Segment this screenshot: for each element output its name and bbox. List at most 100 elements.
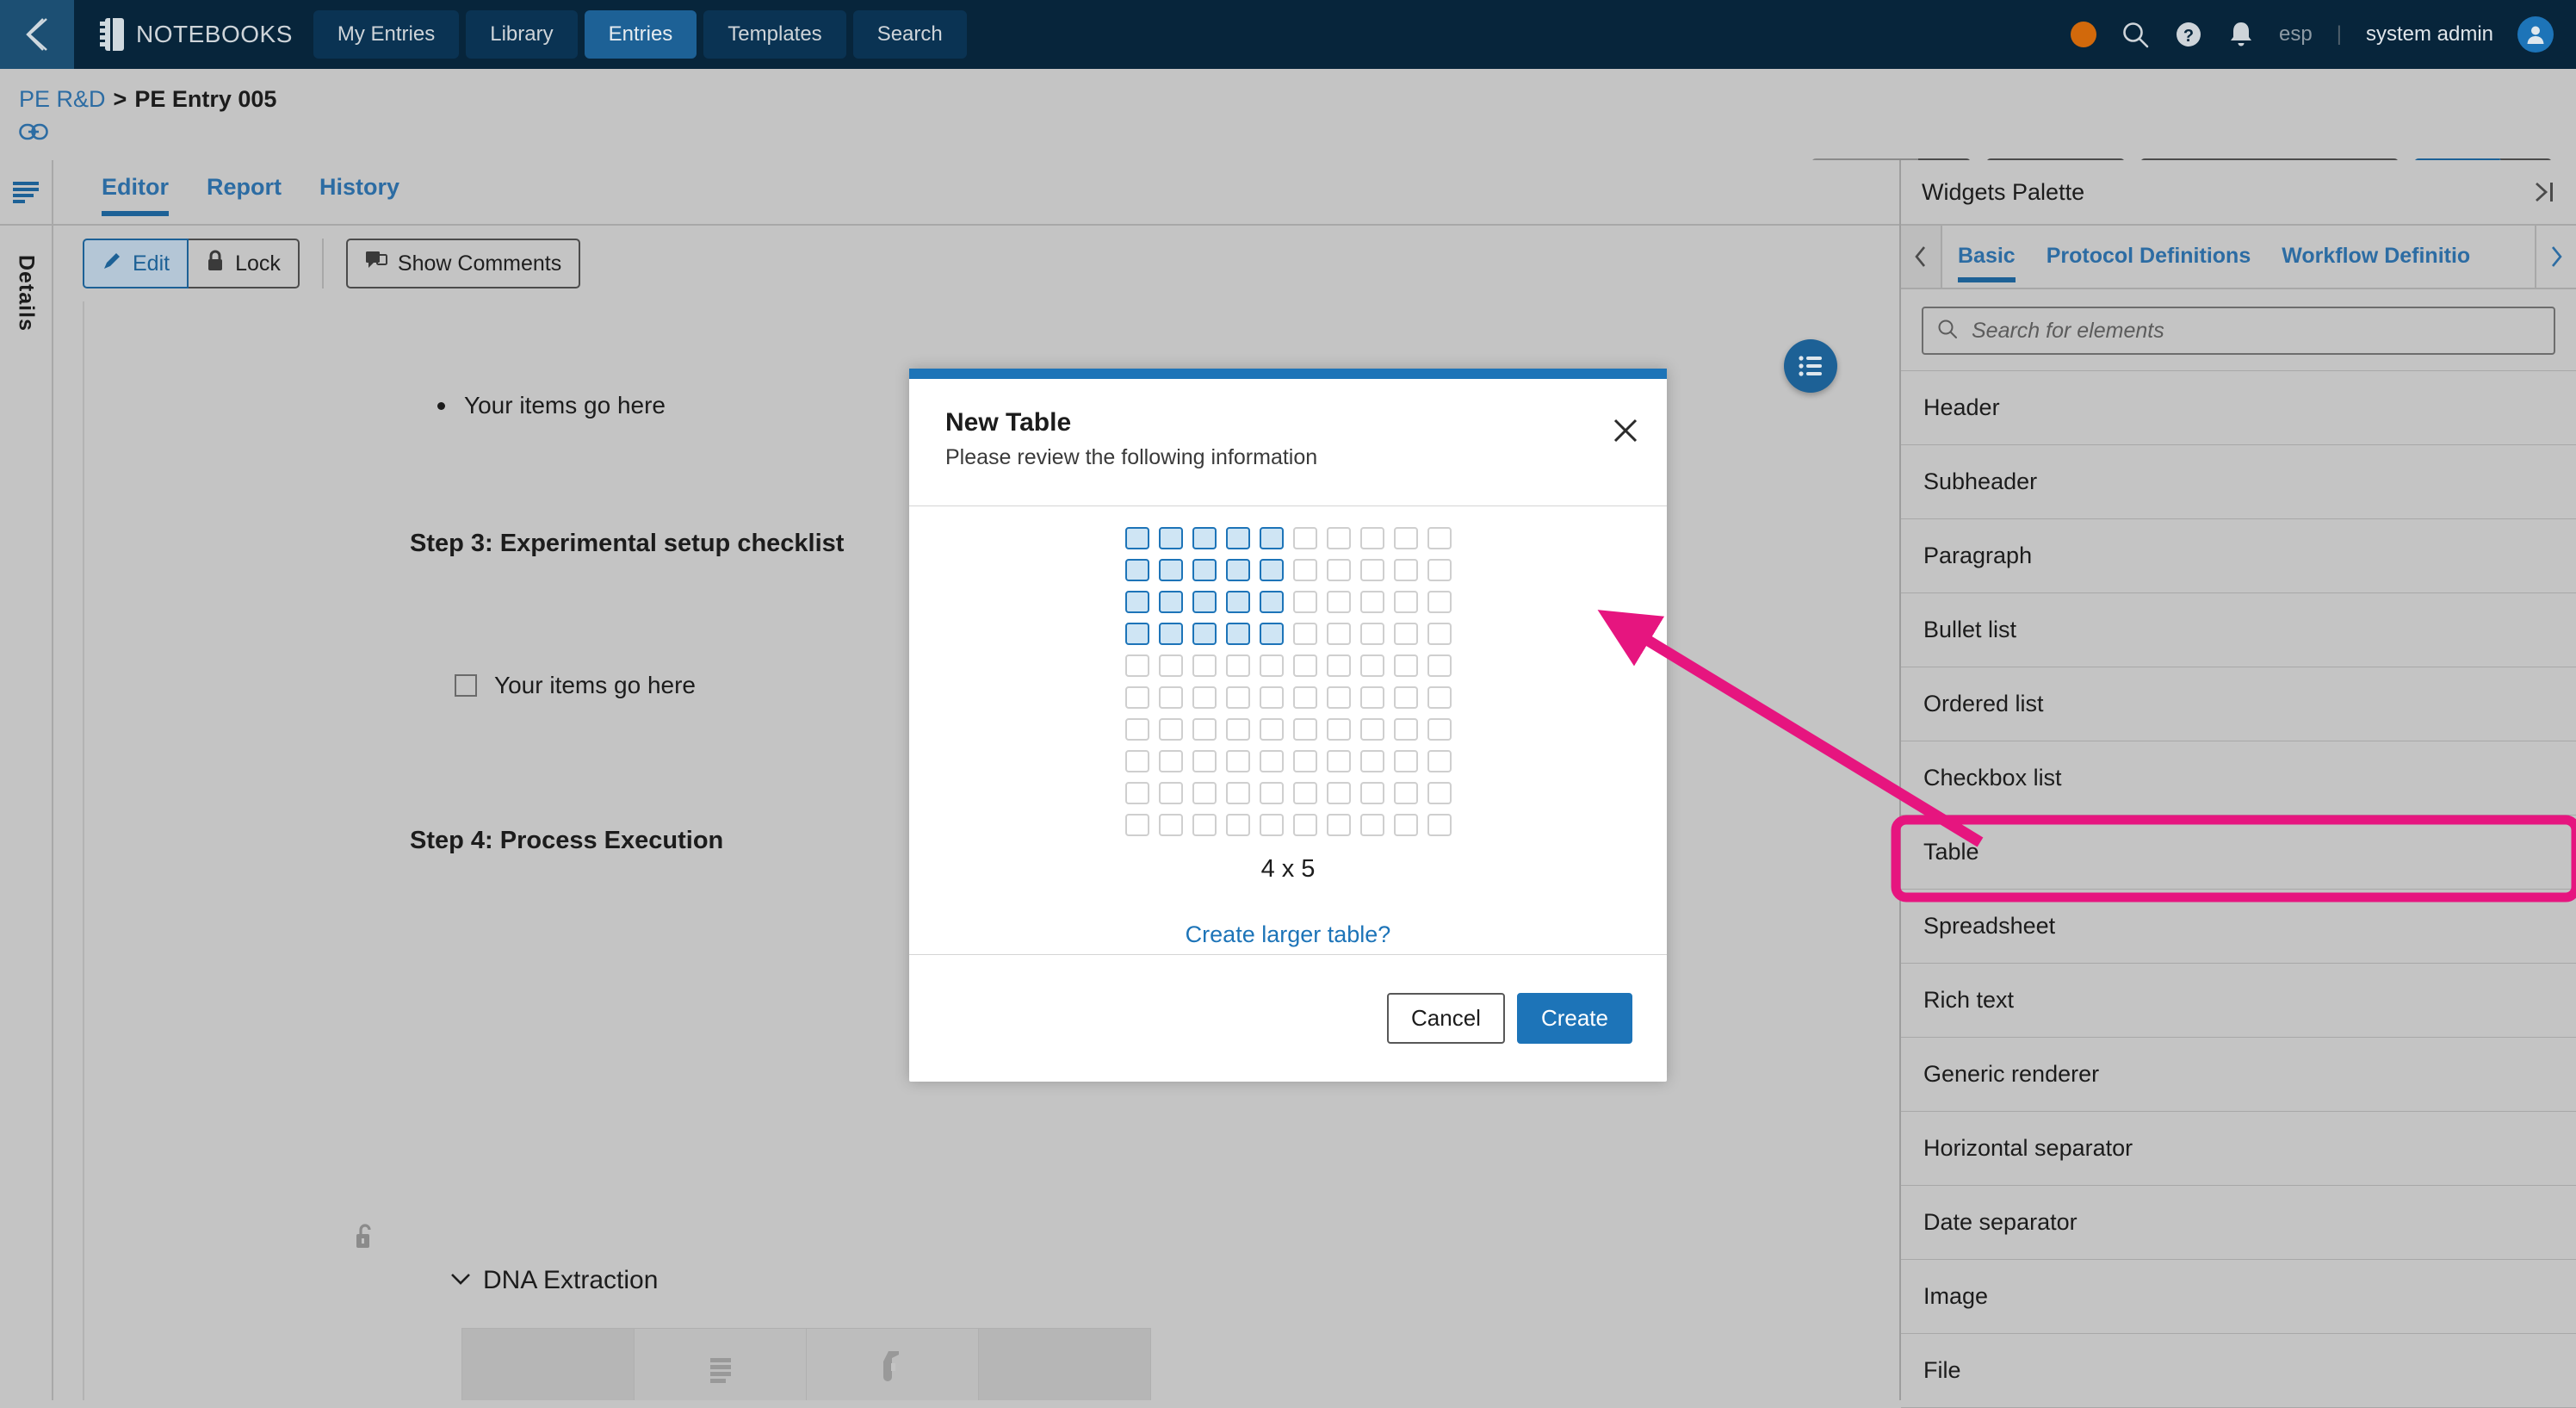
palette-tab-basic[interactable]: Basic [1942,232,2031,282]
widget-item-subheader[interactable]: Subheader [1901,445,2576,519]
unlock-icon[interactable] [354,1223,376,1255]
grid-cell[interactable] [1225,654,1250,677]
grid-cell[interactable] [1427,591,1452,613]
palette-tab-protocol-definitions[interactable]: Protocol Definitions [2031,232,2267,282]
chevron-left-icon[interactable] [1901,226,1942,288]
grid-cell[interactable] [1225,686,1250,709]
grid-cell[interactable] [1292,623,1317,645]
grid-cell[interactable] [1225,623,1250,645]
help-circle-icon[interactable]: ? [2174,20,2203,49]
tab-history[interactable]: History [300,160,418,216]
grid-cell[interactable] [1393,686,1418,709]
show-comments-button[interactable]: Show Comments [345,239,581,288]
cancel-button[interactable]: Cancel [1387,993,1505,1044]
create-larger-table-link[interactable]: Create larger table? [909,921,1667,948]
search-input[interactable] [1970,317,2540,344]
grid-cell[interactable] [1393,750,1418,772]
grid-cell[interactable] [1292,559,1317,581]
grid-cell[interactable] [1326,782,1351,804]
grid-cell[interactable] [1427,686,1452,709]
grid-cell[interactable] [1158,686,1183,709]
grid-cell[interactable] [1393,559,1418,581]
bell-icon[interactable] [2227,20,2255,49]
grid-cell[interactable] [1359,527,1384,549]
grid-cell[interactable] [1326,686,1351,709]
collapse-right-icon[interactable] [2531,180,2557,204]
grid-cell[interactable] [1192,782,1217,804]
grid-cell[interactable] [1192,654,1217,677]
grid-cell[interactable] [1326,654,1351,677]
grid-cell[interactable] [1225,591,1250,613]
grid-cell[interactable] [1393,654,1418,677]
grid-cell[interactable] [1259,814,1284,836]
widget-item-table[interactable]: Table [1901,816,2576,890]
grid-cell[interactable] [1359,623,1384,645]
tab-editor[interactable]: Editor [83,160,188,216]
grid-cell[interactable] [1225,814,1250,836]
grid-cell[interactable] [1292,591,1317,613]
grid-cell[interactable] [1192,718,1217,741]
grid-cell[interactable] [1292,750,1317,772]
grid-cell[interactable] [1292,782,1317,804]
grid-cell[interactable] [1292,654,1317,677]
widget-item-horizontal-separator[interactable]: Horizontal separator [1901,1112,2576,1186]
grid-cell[interactable] [1259,527,1284,549]
grid-cell[interactable] [1359,686,1384,709]
grid-cell[interactable] [1124,623,1149,645]
back-button[interactable] [0,0,74,69]
grid-cell[interactable] [1225,782,1250,804]
palette-tab-workflow-definitions[interactable]: Workflow Definitio [2266,232,2486,282]
widget-item-rich-text[interactable]: Rich text [1901,964,2576,1038]
grid-cell[interactable] [1124,718,1149,741]
grid-cell[interactable] [1192,686,1217,709]
widget-item-spreadsheet[interactable]: Spreadsheet [1901,890,2576,964]
grid-cell[interactable] [1393,527,1418,549]
lock-button[interactable]: Lock [189,239,300,288]
grid-cell[interactable] [1192,559,1217,581]
grid-cell[interactable] [1124,591,1149,613]
grid-cell[interactable] [1124,814,1149,836]
user-name[interactable]: system admin [2366,22,2493,47]
widget-item-date-separator[interactable]: Date separator [1901,1186,2576,1260]
grid-cell[interactable] [1124,527,1149,549]
grid-cell[interactable] [1326,750,1351,772]
nav-tab-templates[interactable]: Templates [703,10,846,59]
grid-cell[interactable] [1292,814,1317,836]
grid-cell[interactable] [1326,814,1351,836]
grid-cell[interactable] [1427,750,1452,772]
grid-cell[interactable] [1326,527,1351,549]
grid-cell[interactable] [1359,654,1384,677]
widget-item-paragraph[interactable]: Paragraph [1901,519,2576,593]
grid-cell[interactable] [1259,559,1284,581]
grid-cell[interactable] [1124,750,1149,772]
checkbox-icon[interactable] [455,674,477,697]
grid-cell[interactable] [1259,782,1284,804]
grid-cell[interactable] [1359,814,1384,836]
grid-cell[interactable] [1393,814,1418,836]
grid-cell[interactable] [1427,654,1452,677]
widget-item-image[interactable]: Image [1901,1260,2576,1334]
chevron-right-icon[interactable] [2535,226,2576,288]
grid-cell[interactable] [1259,591,1284,613]
grid-cell[interactable] [1259,750,1284,772]
nav-tab-my-entries[interactable]: My Entries [313,10,460,59]
grid-cell[interactable] [1158,559,1183,581]
language-indicator[interactable]: esp [2279,22,2313,47]
grid-cell[interactable] [1359,559,1384,581]
grid-cell[interactable] [1158,654,1183,677]
close-icon[interactable] [1612,417,1639,449]
section-dna-extraction-toggle[interactable]: DNA Extraction [450,1266,658,1295]
checkbox-list-item[interactable]: Your items go here [455,672,696,699]
grid-cell[interactable] [1393,718,1418,741]
grid-cell[interactable] [1259,718,1284,741]
grid-cell[interactable] [1259,623,1284,645]
grid-cell[interactable] [1427,718,1452,741]
grid-cell[interactable] [1259,654,1284,677]
user-avatar-icon[interactable] [2517,16,2554,53]
grid-cell[interactable] [1427,527,1452,549]
grid-cell[interactable] [1359,591,1384,613]
grid-cell[interactable] [1359,750,1384,772]
grid-cell[interactable] [1259,686,1284,709]
grid-cell[interactable] [1192,750,1217,772]
nav-tab-entries[interactable]: Entries [584,10,697,59]
